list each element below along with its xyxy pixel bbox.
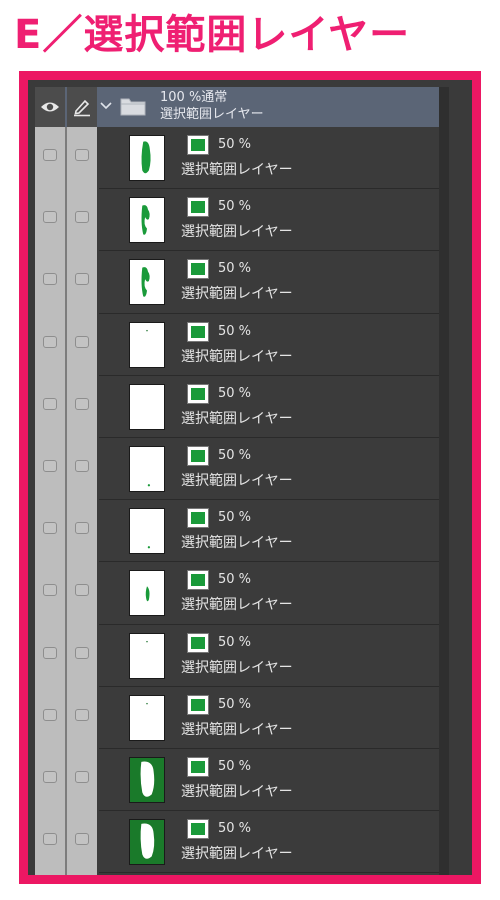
layer-name: 選択範囲レイヤー <box>181 410 293 427</box>
folder-icon <box>119 95 147 117</box>
layer-row[interactable]: 50 % 選択範囲レイヤー <box>35 189 449 252</box>
layer-thumbnail <box>129 383 165 430</box>
lock-checkbox[interactable] <box>75 708 89 721</box>
visibility-checkbox[interactable] <box>43 335 57 348</box>
layer-color-swatch[interactable] <box>187 321 209 342</box>
layer-folder-row[interactable]: 100 %通常 選択範囲レイヤー <box>35 87 449 127</box>
layer-color-swatch[interactable] <box>187 197 209 218</box>
layer-color-swatch[interactable] <box>187 135 209 155</box>
layer-row[interactable]: 50 % 選択範囲レイヤー <box>35 749 449 812</box>
layer-color-swatch[interactable] <box>187 819 209 840</box>
layer-list: 50 % 選択範囲レイヤー 50 % 選択範囲レイヤー 50 % 選択範囲レイヤー 50 %… <box>35 127 449 874</box>
layer-thumbnail <box>129 570 165 617</box>
layer-thumbnail <box>129 321 165 368</box>
lock-checkbox[interactable] <box>75 211 89 224</box>
layer-row[interactable]: 50 % 選択範囲レイヤー <box>35 625 449 687</box>
folder-name: 選択範囲レイヤー <box>160 107 264 122</box>
layer-opacity: 50 % <box>218 385 252 401</box>
lock-checkbox[interactable] <box>75 522 89 535</box>
visibility-checkbox[interactable] <box>43 770 57 783</box>
lock-checkbox[interactable] <box>75 646 89 659</box>
layer-thumbnail <box>129 694 165 741</box>
layer-opacity: 50 % <box>218 323 252 339</box>
layer-name: 選択範囲レイヤー <box>181 286 293 303</box>
layer-color-swatch[interactable] <box>187 570 209 591</box>
layer-opacity: 50 % <box>218 199 252 215</box>
layer-thumbnail <box>129 197 165 244</box>
layer-panel: 100 %通常 選択範囲レイヤー 50 % 選択範囲レイヤー 50 % 選択範囲レイヤ… <box>35 87 449 875</box>
layer-thumbnail <box>129 445 165 492</box>
highlight-frame: 100 %通常 選択範囲レイヤー 50 % 選択範囲レイヤー 50 % 選択範囲レイヤ… <box>19 71 481 884</box>
lock-checkbox[interactable] <box>75 770 89 783</box>
visibility-checkbox[interactable] <box>43 833 57 846</box>
layer-thumbnail <box>129 259 165 306</box>
visibility-checkbox[interactable] <box>43 459 57 472</box>
layer-row[interactable]: 50 % 選択範囲レイヤー <box>35 687 449 750</box>
layer-opacity: 50 % <box>218 137 252 152</box>
visibility-checkbox[interactable] <box>43 584 57 597</box>
layer-row[interactable]: 50 % 選択範囲レイヤー <box>35 127 449 190</box>
lock-checkbox[interactable] <box>75 273 89 286</box>
pen-icon[interactable] <box>67 87 97 127</box>
chevron-down-icon[interactable] <box>99 97 113 115</box>
layer-thumbnail <box>129 756 165 803</box>
layer-row[interactable]: 50 % 選択範囲レイヤー <box>35 251 449 314</box>
layer-opacity: 50 % <box>218 634 252 650</box>
lock-checkbox[interactable] <box>75 833 89 846</box>
layer-color-swatch[interactable] <box>187 632 209 653</box>
layer-color-swatch[interactable] <box>187 445 209 466</box>
layer-thumbnail <box>129 135 165 181</box>
layer-name: 選択範囲レイヤー <box>181 659 293 676</box>
visibility-checkbox[interactable] <box>43 273 57 286</box>
visibility-checkbox[interactable] <box>43 646 57 659</box>
page-title: E／選択範囲レイヤー <box>14 12 411 58</box>
layer-color-swatch[interactable] <box>187 508 209 529</box>
lock-checkbox[interactable] <box>75 459 89 472</box>
layer-row[interactable]: 50 % 選択範囲レイヤー <box>35 562 449 625</box>
layer-opacity: 50 % <box>218 510 252 526</box>
lock-checkbox[interactable] <box>75 149 89 161</box>
eye-icon[interactable] <box>35 87 65 127</box>
layer-name: 選択範囲レイヤー <box>181 535 293 552</box>
lock-checkbox[interactable] <box>75 397 89 410</box>
visibility-checkbox[interactable] <box>43 708 57 721</box>
visibility-checkbox[interactable] <box>43 397 57 410</box>
lock-checkbox[interactable] <box>75 584 89 597</box>
layer-row[interactable]: 50 % 選択範囲レイヤー <box>35 438 449 501</box>
layer-thumbnail <box>129 508 165 555</box>
layer-color-swatch[interactable] <box>187 756 209 777</box>
layer-row[interactable]: 50 % 選択範囲レイヤー <box>35 314 449 376</box>
layer-opacity: 50 % <box>218 821 252 837</box>
folder-info: 100 %通常 選択範囲レイヤー <box>160 89 264 123</box>
layer-name: 選択範囲レイヤー <box>181 472 293 489</box>
folder-blend-mode: 100 %通常 <box>160 90 228 105</box>
layer-name: 選択範囲レイヤー <box>181 783 293 800</box>
layer-opacity: 50 % <box>218 758 252 774</box>
layer-name: 選択範囲レイヤー <box>181 348 293 365</box>
layer-name: 選択範囲レイヤー <box>181 721 293 738</box>
layer-row[interactable]: 50 % 選択範囲レイヤー <box>35 500 449 563</box>
layer-opacity: 50 % <box>218 696 252 712</box>
visibility-checkbox[interactable] <box>43 211 57 224</box>
layer-color-swatch[interactable] <box>187 383 209 404</box>
lock-checkbox[interactable] <box>75 335 89 348</box>
layer-row[interactable]: 50 % 選択範囲レイヤー <box>35 811 449 874</box>
layer-name: 選択範囲レイヤー <box>181 224 293 241</box>
layer-opacity: 50 % <box>218 447 252 463</box>
layer-thumbnail <box>129 632 165 679</box>
layer-name: 選択範囲レイヤー <box>181 846 293 863</box>
layer-color-swatch[interactable] <box>187 259 209 280</box>
visibility-checkbox[interactable] <box>43 149 57 161</box>
layer-opacity: 50 % <box>218 572 252 588</box>
layer-name: 選択範囲レイヤー <box>181 597 293 614</box>
layer-row[interactable]: 50 % 選択範囲レイヤー <box>35 376 449 439</box>
visibility-checkbox[interactable] <box>43 522 57 535</box>
layer-color-swatch[interactable] <box>187 694 209 715</box>
layer-name: 選択範囲レイヤー <box>181 162 293 178</box>
layer-opacity: 50 % <box>218 261 252 277</box>
scrollbar[interactable] <box>439 87 449 875</box>
layer-thumbnail <box>129 819 165 866</box>
